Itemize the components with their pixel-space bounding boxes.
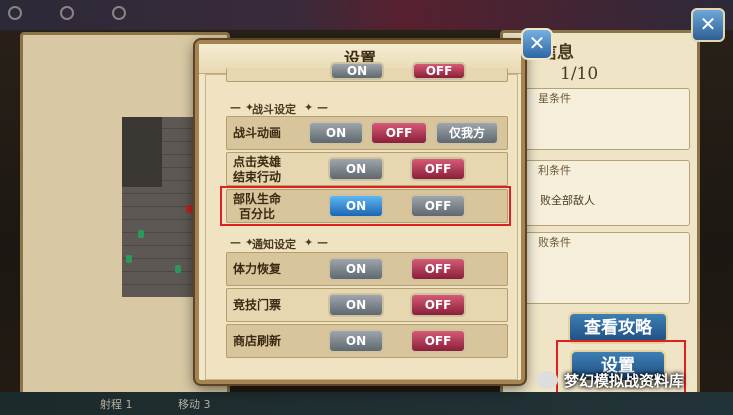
- notify-settings-header: 通知设定: [252, 238, 296, 251]
- section-header-divider-left: — ✦: [230, 101, 255, 114]
- ally-unit-marker: [138, 230, 144, 238]
- watermark-text: 梦幻模拟战资料库: [564, 372, 685, 390]
- info-icon: [112, 6, 126, 20]
- shop-refresh-on-toggle[interactable]: ON: [328, 329, 384, 353]
- tap-hero-label-line1: 点击英雄: [233, 155, 282, 169]
- battle-animation-on-toggle[interactable]: ON: [308, 121, 364, 145]
- tap-hero-label-line2: 结束行动: [233, 170, 282, 184]
- dialog-close-icon[interactable]: ✕: [521, 28, 553, 60]
- battle-animation-label: 战斗动画: [233, 126, 282, 140]
- battle-animation-off-toggle[interactable]: OFF: [370, 121, 428, 145]
- shop-refresh-label: 商店刷新: [233, 334, 282, 348]
- range-stat: 射程 1: [100, 398, 133, 411]
- stamina-label: 体力恢复: [233, 262, 282, 276]
- star-conditions-label: 星条件: [538, 92, 571, 105]
- close-icon[interactable]: ✕: [691, 8, 725, 42]
- section-header-divider-right: ✦ —: [304, 101, 329, 114]
- ally-unit-marker: [175, 265, 181, 273]
- battle-animation-ally-only-toggle[interactable]: 仅我方: [435, 121, 499, 145]
- partial-off-toggle[interactable]: OFF: [412, 62, 466, 80]
- section-header-divider-left: — ✦: [230, 236, 255, 249]
- battle-map-shadow: [122, 117, 162, 187]
- stamina-off-toggle[interactable]: OFF: [410, 257, 466, 281]
- win-condition-text: 败全部敌人: [540, 194, 595, 207]
- arena-ticket-on-toggle[interactable]: ON: [328, 293, 384, 317]
- arena-ticket-off-toggle[interactable]: OFF: [410, 293, 466, 317]
- arena-ticket-label: 竞技门票: [233, 298, 282, 312]
- settings-gear-icon: [8, 6, 22, 20]
- battle-settings-header: 战斗设定: [252, 103, 296, 116]
- move-stat: 移动 3: [178, 398, 211, 411]
- tap-hero-on-toggle[interactable]: ON: [328, 157, 384, 181]
- partial-on-toggle[interactable]: ON: [330, 62, 384, 80]
- stamina-on-toggle[interactable]: ON: [328, 257, 384, 281]
- section-header-divider-right: ✦ —: [304, 236, 329, 249]
- tap-hero-off-toggle[interactable]: OFF: [410, 157, 466, 181]
- top-bar: [0, 0, 733, 30]
- troop-hp-row-highlight: [220, 186, 511, 226]
- lose-conditions-label: 败条件: [538, 236, 571, 249]
- ally-unit-marker: [126, 255, 132, 263]
- wechat-icon: [536, 371, 558, 389]
- clock-icon: [60, 6, 74, 20]
- win-conditions-label: 利条件: [538, 164, 571, 177]
- bottom-status-bar: 射程 1 移动 3: [0, 392, 733, 415]
- stage-page-indicator: 1/10: [560, 64, 599, 84]
- shop-refresh-off-toggle[interactable]: OFF: [410, 329, 466, 353]
- enemy-unit-marker: [186, 205, 192, 213]
